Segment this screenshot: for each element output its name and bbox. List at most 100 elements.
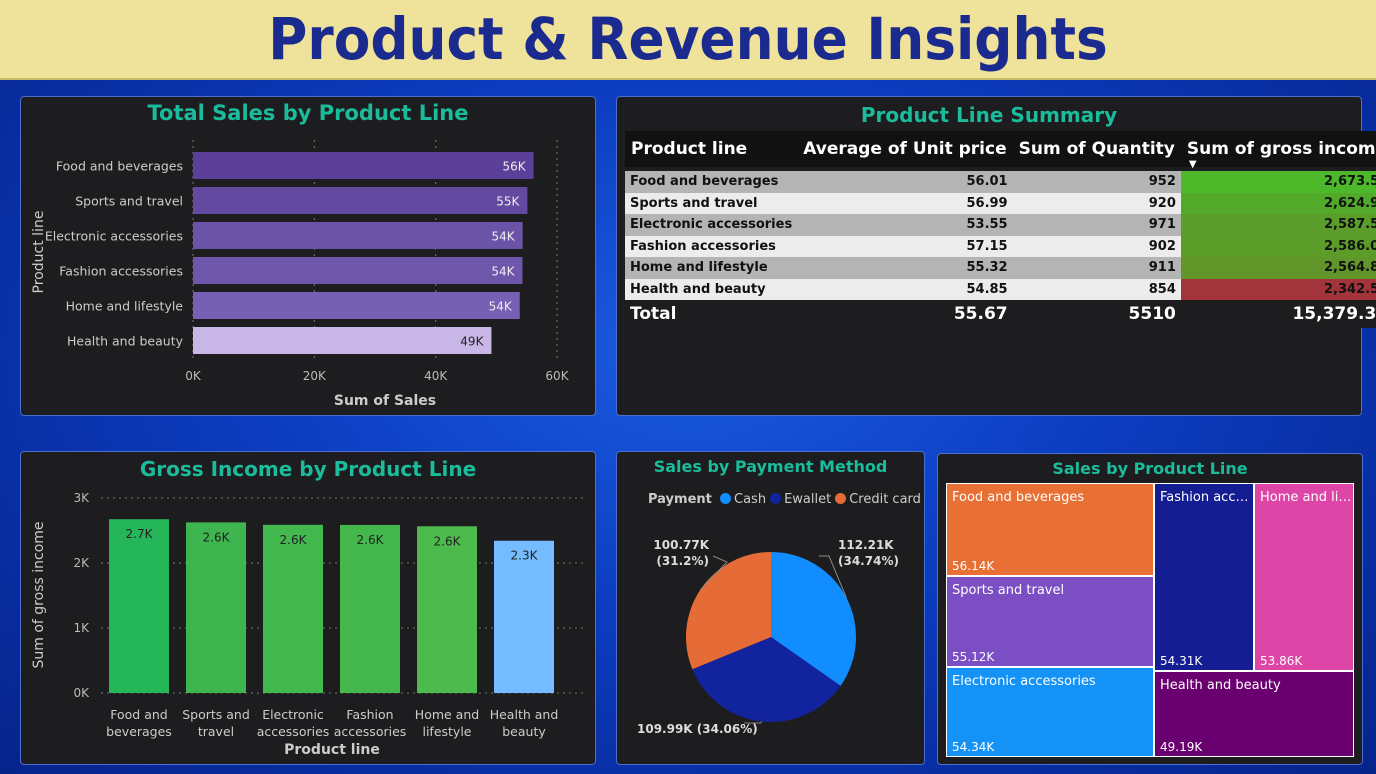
bar[interactable]: [193, 257, 523, 284]
table-row[interactable]: Home and lifestyle55.329112,564.85: [625, 257, 1376, 279]
data-label: 55K: [496, 195, 520, 209]
gross-income-card[interactable]: Gross Income by Product Line 0K 1K 2K 3K 2.7…: [20, 451, 596, 765]
x-tick-label: Electronic accessories: [257, 707, 330, 739]
data-label: 54K: [492, 230, 516, 244]
y-tick-label: Electronic accessories: [45, 229, 183, 244]
treemap-cell-value: 49.19K: [1160, 740, 1203, 754]
bar[interactable]: [494, 540, 554, 693]
data-label: 2.6K: [203, 530, 231, 544]
table-row[interactable]: Health and beauty54.858542,342.56: [625, 278, 1376, 300]
treemap-cell-value: 53.86K: [1260, 654, 1303, 668]
cell-avg-price: 56.99: [797, 192, 1013, 214]
x-tick-label: 0K: [185, 369, 202, 383]
total-avg-price: 55.67: [797, 300, 1013, 328]
bar[interactable]: [186, 522, 246, 693]
treemap-cell-value: 54.34K: [952, 740, 995, 754]
cell-gross-income: 2,586.00: [1180, 235, 1376, 257]
slice-label: 109.99K (34.06%): [637, 722, 758, 736]
bar[interactable]: [109, 519, 169, 693]
page-title: Product & Revenue Insights: [268, 5, 1108, 73]
y-tick-label: 2K: [73, 556, 90, 570]
x-tick-label: Sports and travel: [182, 707, 250, 739]
slice-label: 112.21K (34.74%): [838, 538, 899, 568]
cell-quantity: 971: [1012, 214, 1181, 236]
sales-treemap[interactable]: Food and beverages 56.14K Sports and trave…: [946, 483, 1354, 757]
cell-gross-income: 2,564.85: [1180, 257, 1376, 279]
data-label: 2.6K: [357, 533, 385, 547]
column-header[interactable]: Average of Unit price: [797, 131, 1013, 167]
product-summary-card[interactable]: Product Line Summary Product line Averag…: [616, 96, 1376, 416]
cell-product: Health and beauty: [625, 278, 798, 300]
cell-product: Home and lifestyle: [625, 257, 798, 279]
treemap-cell[interactable]: Home and li… 53.86K: [1254, 483, 1354, 671]
x-tick-label: Fashion accessories: [334, 707, 407, 739]
treemap-cell-label: Health and beauty: [1160, 678, 1281, 693]
y-tick-label: Sports and travel: [75, 194, 183, 209]
cell-gross-income: 2,624.90: [1180, 192, 1376, 214]
y-tick-label: Home and lifestyle: [66, 299, 184, 314]
total-sales-card[interactable]: Total Sales by Product Line 0K 20K 40K 60K F…: [20, 96, 596, 416]
cell-avg-price: 53.55: [797, 214, 1013, 236]
table-row[interactable]: Sports and travel56.999202,624.90: [625, 192, 1376, 214]
treemap-card[interactable]: Sales by Product Line Food and beverages…: [937, 453, 1363, 765]
y-tick-label: Food and beverages: [56, 159, 183, 174]
cell-product: Fashion accessories: [625, 235, 798, 257]
y-tick-label: Fashion accessories: [59, 264, 183, 279]
treemap-cell-value: 55.12K: [952, 650, 995, 664]
x-tick-label: Health and beauty: [490, 707, 559, 739]
bar[interactable]: [193, 187, 528, 214]
data-label: 2.7K: [126, 527, 154, 541]
cell-avg-price: 56.01: [797, 171, 1013, 193]
cell-gross-income: 2,342.56: [1180, 278, 1376, 300]
bar[interactable]: [193, 222, 523, 249]
treemap-cell[interactable]: Fashion acc… 54.31K: [1154, 483, 1254, 671]
column-header[interactable]: Sum of Quantity: [1012, 131, 1181, 167]
y-tick-label: Health and beauty: [67, 334, 184, 349]
treemap-cell[interactable]: Electronic accessories 54.34K: [946, 667, 1154, 757]
table-header-row: Product line Average of Unit price Sum o…: [625, 131, 1376, 170]
sort-descending-icon: ▼: [1188, 159, 1197, 170]
bar[interactable]: [340, 524, 400, 693]
bar[interactable]: [417, 526, 477, 693]
total-sales-chart[interactable]: 0K 20K 40K 60K Food and beverages 56K Sports a…: [21, 97, 595, 415]
table-row[interactable]: Fashion accessories57.159022,586.00: [625, 235, 1376, 257]
cell-gross-income: 2,673.56: [1180, 171, 1376, 193]
column-header-sorted[interactable]: Sum of gross income ▼: [1180, 131, 1376, 170]
x-tick-label: Home and lifestyle: [415, 707, 479, 739]
x-tick-label: Food and beverages: [106, 707, 172, 739]
treemap-cell-value: 54.31K: [1160, 654, 1203, 668]
table-row[interactable]: Food and beverages56.019522,673.56: [625, 171, 1376, 193]
bar[interactable]: [193, 327, 492, 354]
x-tick-label: 20K: [303, 369, 327, 383]
treemap-cell-label: Food and beverages: [952, 490, 1085, 505]
column-header[interactable]: Product line: [625, 131, 798, 167]
cell-quantity: 854: [1012, 278, 1181, 300]
cell-product: Food and beverages: [625, 171, 798, 193]
bar[interactable]: [263, 524, 323, 693]
payment-method-card[interactable]: Sales by Payment Method Payment Cash Ewal…: [616, 451, 925, 765]
treemap-cell-label: Sports and travel: [952, 583, 1065, 598]
bar[interactable]: [193, 152, 534, 179]
data-label: 54K: [489, 300, 513, 314]
cell-avg-price: 54.85: [797, 278, 1013, 300]
cell-quantity: 911: [1012, 257, 1181, 279]
table-row[interactable]: Electronic accessories53.559712,587.50: [625, 214, 1376, 236]
bar[interactable]: [193, 292, 520, 319]
cell-product: Electronic accessories: [625, 214, 798, 236]
cell-avg-price: 55.32: [797, 257, 1013, 279]
treemap-cell[interactable]: Sports and travel 55.12K: [946, 576, 1154, 667]
title-banner: Product & Revenue Insights: [0, 0, 1376, 80]
payment-pie-chart[interactable]: 112.21K (34.74%) 109.99K (34.06%) 100.77K (3…: [617, 452, 924, 764]
gross-income-chart[interactable]: 0K 1K 2K 3K 2.7K Food and beverages 2.6K Sports …: [21, 452, 595, 764]
x-axis-title: Sum of Sales: [334, 393, 436, 409]
x-tick-label: 40K: [424, 369, 448, 383]
summary-table[interactable]: Product line Average of Unit price Sum o…: [625, 131, 1376, 328]
treemap-cell[interactable]: Health and beauty 49.19K: [1154, 671, 1354, 757]
data-label: 2.6K: [280, 533, 308, 547]
y-tick-label: 0K: [73, 686, 90, 700]
column-header-label: Sum of gross income: [1186, 139, 1376, 159]
data-label: 49K: [460, 335, 484, 349]
treemap-cell[interactable]: Food and beverages 56.14K: [946, 483, 1154, 576]
cell-product: Sports and travel: [625, 192, 798, 214]
treemap-cell-value: 56.14K: [952, 559, 995, 573]
